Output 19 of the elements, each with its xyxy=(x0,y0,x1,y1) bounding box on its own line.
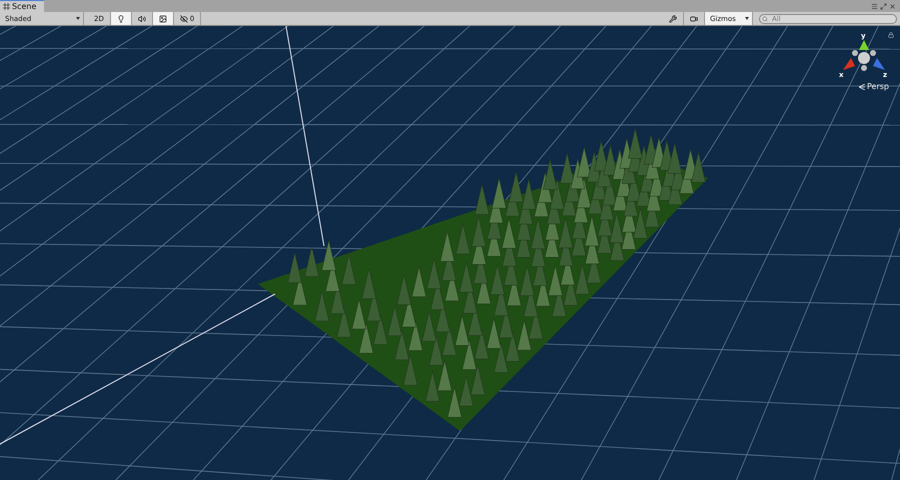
lock-icon[interactable] xyxy=(888,32,894,38)
lightbulb-icon xyxy=(116,14,125,22)
menu-icon[interactable] xyxy=(871,2,878,10)
effects-toggle[interactable] xyxy=(152,12,174,25)
speaker-icon xyxy=(138,14,146,22)
search-icon xyxy=(762,16,768,22)
maximize-icon[interactable] xyxy=(880,2,887,10)
wrench-icon xyxy=(669,14,677,22)
caret-icon xyxy=(745,17,749,20)
close-icon[interactable] xyxy=(889,2,896,10)
camera-icon xyxy=(690,14,698,22)
hidden-eye-icon xyxy=(180,14,188,22)
projection-label[interactable]: Persp xyxy=(859,82,889,91)
effects-icon xyxy=(158,14,167,22)
lighting-toggle[interactable] xyxy=(110,12,132,25)
grid-icon xyxy=(3,3,10,10)
caret-icon xyxy=(76,17,80,20)
perspective-icon xyxy=(859,84,865,90)
scene-tab[interactable]: Scene xyxy=(0,0,44,12)
